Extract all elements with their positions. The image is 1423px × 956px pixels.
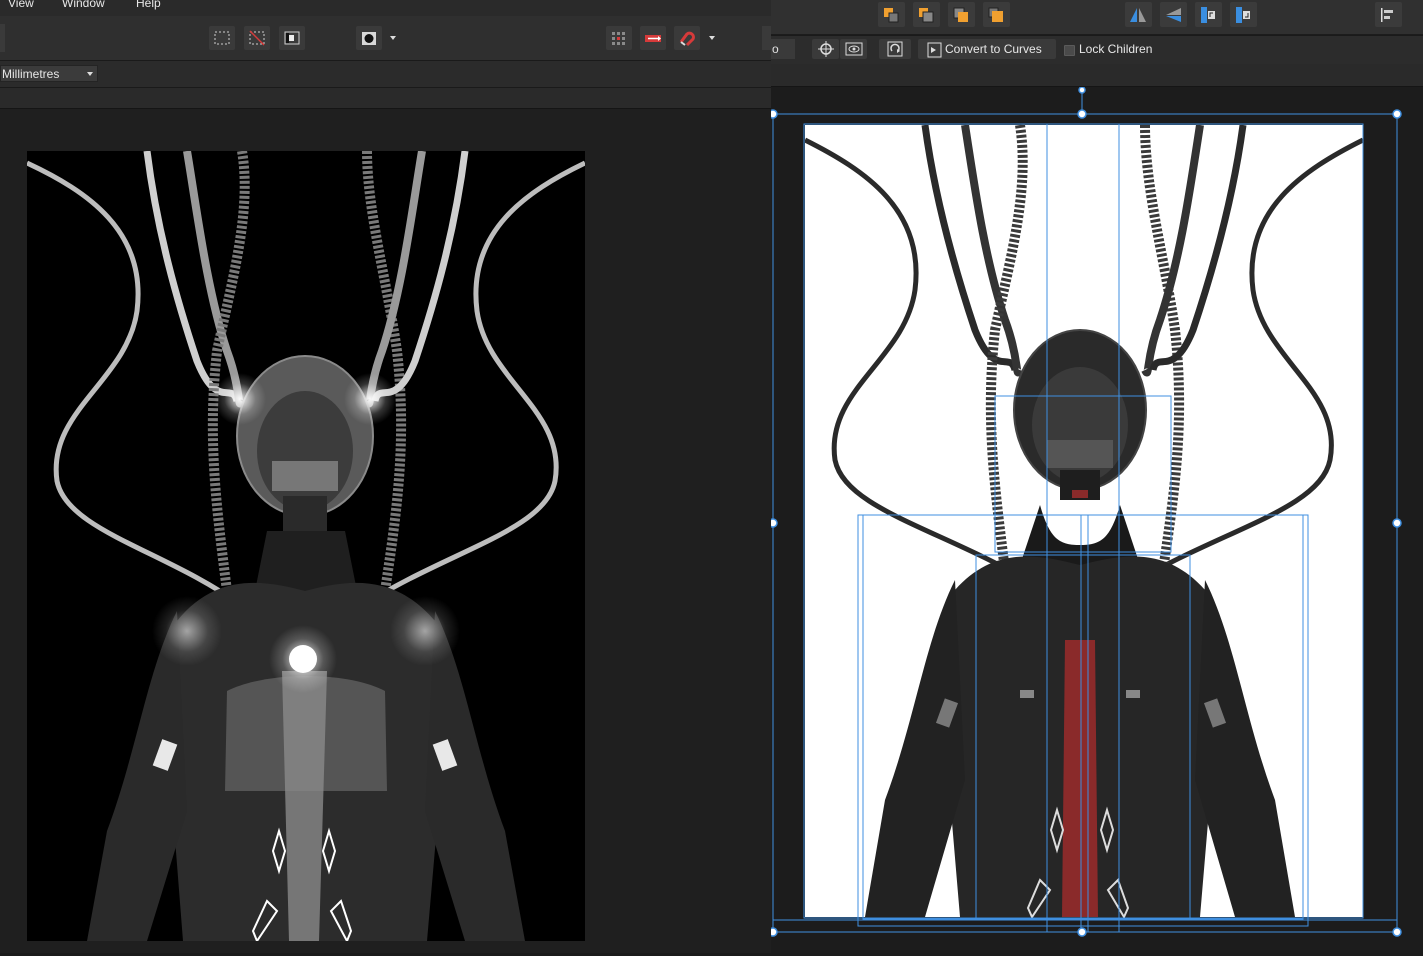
left-toolbar: [0, 16, 771, 61]
view-button[interactable]: [840, 39, 867, 59]
right-canvas[interactable]: [768, 86, 1423, 953]
move-to-front-icon: [988, 7, 1003, 22]
flip-horizontal-icon: [1130, 8, 1146, 22]
move-to-front-button[interactable]: [983, 2, 1010, 27]
rotate-left-icon: [1201, 7, 1215, 23]
menu-window[interactable]: Window: [62, 0, 105, 10]
invert-selection-button[interactable]: [279, 26, 305, 50]
target-icon: [818, 41, 834, 57]
panel-edge: [0, 24, 5, 52]
convert-to-curves-label: Convert to Curves: [945, 42, 1042, 56]
align-icon: [1381, 8, 1393, 22]
marquee-select-button[interactable]: [209, 26, 235, 50]
snapping-options-icon: [645, 35, 661, 42]
units-value: Millimetres: [2, 67, 60, 81]
move-forward-icon: [953, 7, 968, 22]
move-to-back-icon: [884, 8, 899, 23]
grid-icon: [612, 32, 625, 45]
menu-help[interactable]: Help: [136, 0, 161, 10]
units-select[interactable]: Millimetres: [0, 65, 98, 82]
record-icon: [362, 32, 376, 45]
robot-selection-artwork: [768, 86, 1402, 937]
view-icon: [845, 42, 863, 56]
convert-to-curves-icon: [927, 42, 942, 58]
record-button[interactable]: [356, 26, 382, 50]
snapping-button[interactable]: [674, 26, 700, 50]
right-toolbar: [771, 0, 1423, 34]
lock-children-label: Lock Children: [1079, 42, 1153, 56]
invert-selection-icon: [284, 31, 300, 45]
grid-button[interactable]: [606, 26, 632, 50]
align-button[interactable]: [1375, 2, 1402, 27]
chevron-down-icon: [87, 72, 93, 76]
flip-vertical-icon: [1166, 8, 1181, 22]
target-button[interactable]: [812, 39, 839, 59]
dropdown-caret-icon[interactable]: [708, 34, 716, 42]
rotate-right-icon: [1236, 7, 1250, 23]
magnet-icon: [679, 31, 695, 47]
marquee-select-icon: [214, 31, 230, 45]
deselect-icon: [249, 30, 265, 46]
flip-horizontal-button[interactable]: [1125, 2, 1152, 27]
toolbar-edge-button[interactable]: [762, 26, 771, 50]
move-to-back-button[interactable]: [878, 2, 905, 27]
move-forward-button[interactable]: [948, 2, 975, 27]
truncated-field[interactable]: o: [771, 39, 795, 59]
transform-icon: [887, 41, 903, 57]
transform-button[interactable]: [879, 39, 911, 59]
left-ruler-strip: [0, 88, 771, 109]
menu-view[interactable]: View: [8, 0, 34, 10]
dropdown-caret-icon[interactable]: [389, 34, 397, 42]
flip-vertical-button[interactable]: [1160, 2, 1187, 27]
move-back-button[interactable]: [913, 2, 940, 27]
move-back-icon: [919, 8, 934, 23]
convert-to-curves-button[interactable]: Convert to Curves: [918, 39, 1056, 59]
left-context-bar: [0, 61, 771, 88]
right-ruler-strip: [771, 64, 1423, 87]
left-artwork-canvas[interactable]: [27, 151, 585, 941]
snapping-options-button[interactable]: [640, 26, 666, 50]
deselect-button[interactable]: [244, 26, 270, 50]
rotate-left-button[interactable]: [1195, 2, 1222, 27]
robot-glow-artwork: [27, 151, 585, 941]
menu-bar: View Window Help: [0, 0, 771, 16]
rotate-right-button[interactable]: [1230, 2, 1257, 27]
lock-children-checkbox[interactable]: [1064, 45, 1075, 56]
